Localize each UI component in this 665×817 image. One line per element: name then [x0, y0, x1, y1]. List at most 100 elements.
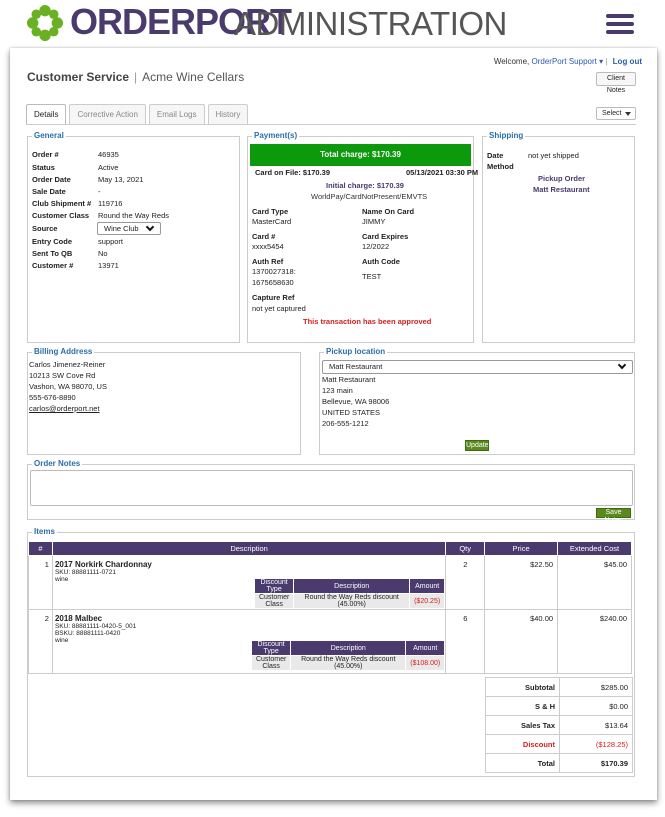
discount-table: Discount Type Description Amount Custome…: [253, 578, 446, 609]
order-notes-legend: Order Notes: [32, 459, 83, 468]
col-num: #: [28, 541, 53, 556]
payment-gateway: WorldPay/CardNotPresent/EMVTS: [311, 192, 428, 201]
order-num-label: Order #: [32, 150, 59, 159]
card-num-value: xxxx5454: [252, 242, 284, 251]
source-select[interactable]: Wine Club: [97, 222, 161, 235]
sales-tax-value: $13.64: [559, 715, 633, 735]
item-sku: SKU: 88881111-0420-5_001: [54, 623, 137, 630]
menu-icon[interactable]: [606, 14, 634, 36]
discount-type-header: Discount Type: [250, 640, 292, 656]
billing-legend: Billing Address: [32, 347, 95, 356]
approval-message: This transaction has been approved: [303, 317, 432, 326]
item-qty: 2: [445, 555, 486, 610]
discount-amount: ($20.25): [409, 593, 446, 609]
table-row: 1 2017 Norkirk Chardonnay SKU: 88881111-…: [28, 555, 632, 610]
company-name: Acme Wine Cellars: [142, 70, 245, 84]
club-shipment-label: Club Shipment #: [32, 199, 92, 208]
item-num: 2: [28, 609, 53, 674]
auth-ref-label: Auth Ref: [252, 257, 284, 266]
payment-date: 05/13/2021 03:30 PM: [406, 168, 479, 177]
total-charge-bar: Total charge: $170.39: [250, 144, 471, 166]
card-expires-label: Card Expires: [362, 232, 409, 241]
shipping-legend: Shipping: [487, 131, 526, 140]
pickup-line-2: 123 main: [322, 386, 353, 395]
item-sku: SKU: 88881111-0721: [54, 569, 117, 576]
sent-to-qb-value: No: [98, 249, 108, 258]
entry-code-label: Entry Code: [32, 237, 73, 246]
tab-details[interactable]: Details: [26, 104, 67, 124]
sent-to-qb-label: Sent To QB: [32, 249, 73, 258]
sales-tax-row: Sales Tax $13.64: [485, 715, 633, 735]
pickup-line-5: 206-555-1212: [322, 419, 369, 428]
item-price: $22.50: [484, 555, 559, 610]
billing-line-2: 10213 SW Cove Rd: [29, 371, 96, 380]
discount-type-header: Discount Type: [253, 578, 295, 594]
sh-label: S & H: [485, 696, 560, 716]
ship-method-2: Matt Restaurant: [533, 185, 590, 194]
billing-line-3: Vashon, WA 98070, US: [29, 382, 107, 391]
items-legend: Items: [32, 527, 57, 536]
discount-amount: ($108.00): [405, 655, 446, 671]
save-notes-button[interactable]: Save Notes: [596, 508, 631, 524]
billing-line-1: Carlos Jimenez-Reiner: [29, 360, 106, 369]
items-header-row: # Description Qty Price Extended Cost: [28, 541, 632, 556]
ship-method-1: Pickup Order: [538, 174, 586, 183]
item-price: $40.00: [484, 609, 559, 674]
discount-type: Customer Class: [253, 593, 295, 609]
chevron-down-icon: [617, 360, 627, 370]
discount-desc: Round the Way Reds discount (45.00%): [293, 593, 411, 609]
discount-amount-header: Amount: [409, 578, 446, 594]
total-value: $170.39: [559, 753, 633, 773]
total-row: Total $170.39: [485, 753, 633, 773]
card-type-value: MasterCard: [252, 217, 292, 226]
item-extended-cost: $240.00: [557, 609, 632, 674]
item-description: 2017 Norkirk Chardonnay SKU: 88881111-07…: [51, 555, 447, 610]
customer-class-label: Customer Class: [32, 211, 90, 220]
col-qty: Qty: [445, 541, 486, 556]
status-value: Active: [98, 163, 119, 172]
order-date-value: May 13, 2021: [98, 175, 144, 184]
auth-code-value: TEST: [362, 272, 382, 281]
caret-down-icon: [625, 112, 631, 116]
billing-email-link[interactable]: carlos@orderport.net: [29, 404, 100, 413]
subtotal-value: $285.00: [559, 677, 633, 697]
update-button[interactable]: Update: [465, 440, 489, 451]
auth-code-label: Auth Code: [362, 257, 400, 266]
sh-value: $0.00: [559, 696, 633, 716]
ship-date-label: Date: [487, 151, 504, 160]
name-on-card-value: JIMMY: [362, 217, 386, 226]
entry-code-value: support: [98, 237, 124, 246]
select-dropdown[interactable]: Select: [596, 107, 636, 120]
tab-bar: Details Corrective Action Email Logs His…: [26, 104, 251, 124]
total-label: Total: [485, 753, 560, 773]
status-label: Status: [32, 163, 55, 172]
ship-method-label: Method: [487, 162, 514, 171]
customer-class-value: Round the Way Reds: [98, 211, 170, 220]
order-num-value: 46935: [98, 150, 119, 159]
tab-corrective-action[interactable]: Corrective Action: [69, 104, 146, 124]
tab-email-logs[interactable]: Email Logs: [148, 104, 205, 124]
items-table: # Description Qty Price Extended Cost 1 …: [28, 541, 632, 674]
source-label: Source: [32, 224, 58, 233]
name-on-card-label: Name On Card: [362, 207, 415, 216]
order-notes-textarea[interactable]: [30, 470, 633, 506]
subtotal-label: Subtotal: [485, 677, 560, 697]
item-bsku: BSKU: 88881111-0420: [54, 630, 121, 637]
col-extended-cost: Extended Cost: [557, 541, 632, 556]
discount-desc-header: Description: [290, 640, 407, 656]
card-on-file: Card on File: $170.39: [255, 168, 331, 177]
payments-legend: Payment(s): [252, 131, 300, 140]
pickup-location-select[interactable]: Matt Restaurant: [322, 360, 633, 374]
logout-link[interactable]: Log out: [613, 57, 642, 66]
orderport-logo-icon: [26, 4, 64, 42]
capture-ref-label: Capture Ref: [252, 293, 295, 302]
item-extended-cost: $45.00: [557, 555, 632, 610]
discount-desc: Round the Way Reds discount (45.00%): [290, 655, 407, 671]
tab-history[interactable]: History: [207, 104, 249, 124]
capture-ref-value: not yet captured: [252, 304, 306, 313]
user-menu[interactable]: OrderPort Support ▾: [532, 57, 604, 66]
client-notes-button[interactable]: Client Notes: [596, 72, 636, 94]
tab-divider: [26, 124, 636, 125]
ship-date-value: not yet shipped: [528, 151, 579, 160]
discount-type: Customer Class: [250, 655, 292, 671]
